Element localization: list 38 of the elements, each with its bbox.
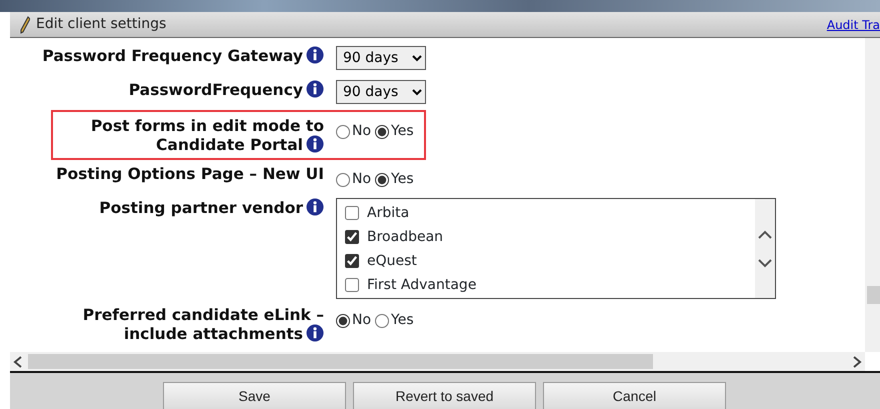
setting-label: Preferred candidate eLink – include attachments [82, 307, 325, 344]
radio-button[interactable] [336, 124, 350, 138]
radio-button[interactable] [375, 124, 390, 138]
option-label: No [352, 311, 372, 330]
checkbox[interactable] [345, 278, 359, 292]
item-label: First Advantage [367, 276, 476, 295]
option-label: Yes [391, 311, 414, 330]
item-label: eQuest [367, 252, 417, 271]
option-label: Yes [391, 170, 414, 190]
vertical-scrollbar[interactable] [865, 38, 880, 352]
radio-button[interactable] [375, 172, 390, 187]
dropdown[interactable]: 90 days [336, 46, 426, 70]
dropdown[interactable]: 90 days [336, 80, 426, 104]
chevron-down-icon[interactable] [758, 258, 772, 268]
item-label: Broadbean [367, 228, 444, 247]
setting-label: Password Frequency Gateway [10, 46, 328, 66]
item-label: Arbita [367, 204, 410, 223]
setting-label: PasswordFrequency [10, 80, 328, 100]
action-button[interactable]: Cancel [543, 382, 726, 409]
panel-title: Edit client settings [36, 15, 166, 34]
radio-button[interactable] [336, 314, 350, 328]
audit-trail-link[interactable]: Audit Tra [826, 16, 880, 34]
radio-button[interactable] [375, 314, 390, 328]
checkbox[interactable] [345, 206, 359, 220]
option-label: Yes [391, 122, 414, 141]
setting-label: Posting partner vendor [10, 198, 328, 218]
checkbox[interactable] [345, 254, 359, 268]
action-button[interactable]: Revert to saved [353, 382, 536, 409]
option-label: No [352, 170, 372, 190]
setting-label: Posting Options Page – New UI [55, 166, 325, 184]
pencil-icon [20, 16, 30, 34]
list-scrollbar[interactable] [755, 199, 775, 298]
action-button[interactable]: Save [163, 382, 346, 409]
chevron-up-icon[interactable] [758, 230, 772, 239]
setting-label: Post forms in edit mode to Candidate Portal [90, 118, 325, 154]
radio-button[interactable] [336, 172, 350, 187]
option-label: No [352, 122, 372, 141]
checkbox[interactable] [345, 230, 359, 244]
